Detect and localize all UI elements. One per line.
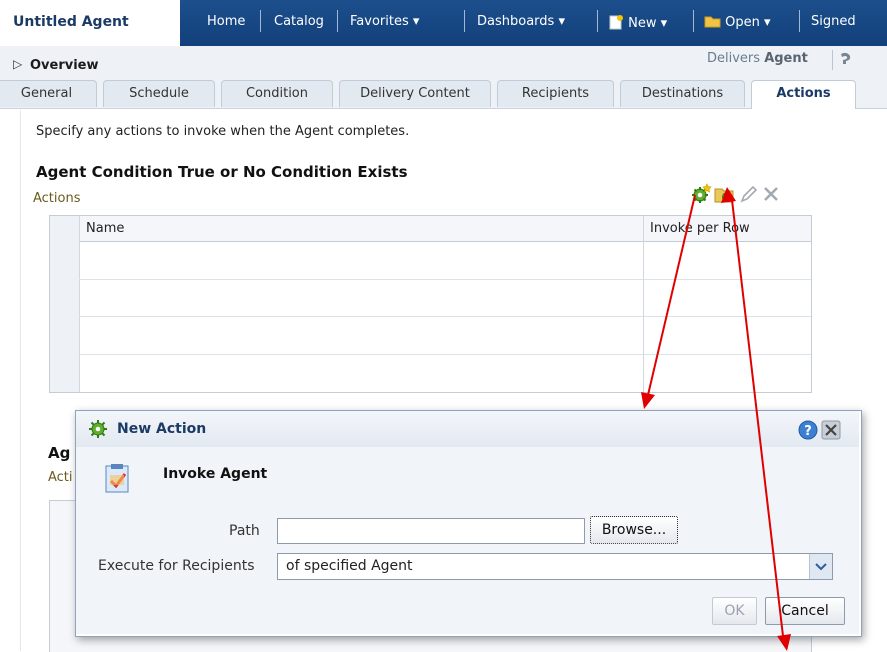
- edit-pencil-icon[interactable]: [738, 183, 760, 205]
- nav-separator: [597, 10, 598, 32]
- chevron-down-icon: ▾: [764, 15, 771, 30]
- delete-x-icon[interactable]: [760, 183, 782, 205]
- nav-separator: [693, 10, 694, 32]
- chevron-down-icon[interactable]: [809, 554, 832, 579]
- new-document-icon: [609, 15, 623, 30]
- gear-icon: [88, 419, 110, 439]
- actions-table: Name Invoke per Row: [49, 215, 812, 393]
- agent-title-tab: Untitled Agent: [0, 0, 180, 46]
- tab-schedule[interactable]: Schedule: [103, 80, 215, 107]
- row-header-column: [50, 216, 80, 392]
- execute-for-recipients-label: Execute for Recipients: [98, 558, 255, 574]
- actions-label: Actions: [33, 191, 81, 206]
- nav-home[interactable]: Home: [207, 14, 245, 29]
- nav-separator: [464, 10, 465, 32]
- invoke-agent-icon: [103, 463, 133, 495]
- help-icon[interactable]: ?: [798, 420, 818, 440]
- nav-separator: [337, 10, 338, 32]
- nav-new[interactable]: New ▾: [608, 14, 667, 31]
- ok-button[interactable]: OK: [712, 597, 757, 625]
- delivers-agent-label: Delivers Agent: [707, 51, 808, 66]
- agent-title: Untitled Agent: [13, 14, 129, 30]
- global-nav: Home Catalog Favorites ▾ Dashboards ▾ Ne…: [180, 0, 887, 46]
- tab-destinations[interactable]: Destinations: [620, 80, 745, 107]
- tab-delivery-content[interactable]: Delivery Content: [339, 80, 491, 107]
- tab-general[interactable]: General: [0, 80, 97, 107]
- close-icon[interactable]: [821, 420, 841, 440]
- help-agent-icon[interactable]: [832, 50, 855, 70]
- tab-actions[interactable]: Actions: [751, 80, 856, 109]
- signed-in-label[interactable]: Signed: [811, 14, 856, 29]
- dialog-title: New Action: [117, 421, 207, 437]
- lower-actions-label: Acti: [48, 470, 73, 485]
- chevron-down-icon: ▾: [558, 14, 565, 29]
- chevron-down-icon: ▾: [412, 14, 420, 29]
- column-header-invoke-per-row[interactable]: Invoke per Row: [650, 221, 750, 236]
- section-title: Agent Condition True or No Condition Exi…: [36, 163, 408, 181]
- column-header-name[interactable]: Name: [86, 221, 124, 236]
- instructions-text: Specify any actions to invoke when the A…: [36, 124, 410, 139]
- path-input[interactable]: [277, 518, 585, 544]
- table-row: [79, 316, 811, 317]
- column-divider: [643, 216, 644, 392]
- add-action-from-catalog-icon[interactable]: [714, 183, 736, 205]
- chevron-down-icon: ▾: [660, 16, 668, 31]
- table-row: [79, 354, 811, 355]
- folder-icon: [704, 16, 721, 28]
- overview-toggle[interactable]: Overview: [30, 58, 99, 73]
- expand-triangle-icon[interactable]: ▷: [13, 57, 22, 71]
- browse-button[interactable]: Browse...: [590, 516, 678, 544]
- svg-text:?: ?: [804, 424, 812, 439]
- nav-separator: [260, 10, 261, 32]
- path-label: Path: [229, 523, 260, 539]
- nav-catalog[interactable]: Catalog: [274, 14, 324, 29]
- nav-dashboards[interactable]: Dashboards ▾: [477, 14, 565, 29]
- cancel-button[interactable]: Cancel: [765, 597, 845, 625]
- lower-section-title: Ag: [48, 444, 71, 462]
- nav-open[interactable]: Open ▾: [704, 14, 771, 30]
- tab-recipients[interactable]: Recipients: [497, 80, 614, 107]
- table-row: [79, 279, 811, 280]
- nav-separator: [799, 10, 800, 32]
- nav-favorites[interactable]: Favorites ▾: [350, 14, 419, 29]
- action-type-title: Invoke Agent: [163, 466, 268, 482]
- tab-condition[interactable]: Condition: [221, 80, 333, 107]
- execute-for-recipients-select[interactable]: of specified Agent: [277, 553, 833, 580]
- add-action-icon[interactable]: [690, 183, 712, 205]
- select-value: of specified Agent: [286, 558, 413, 574]
